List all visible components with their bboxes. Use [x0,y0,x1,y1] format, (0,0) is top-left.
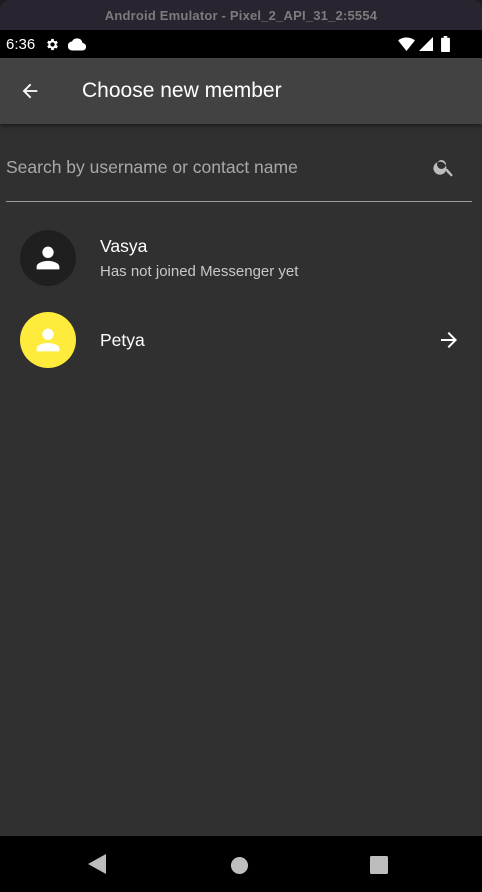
search-field [6,138,472,202]
home-circle-icon [230,856,249,875]
emulator-title: Android Emulator - Pixel_2_API_31_2:5554 [104,7,378,23]
search-button[interactable] [422,145,466,189]
nav-back-button[interactable] [86,852,108,876]
back-triangle-icon [88,854,106,874]
avatar [20,312,76,368]
contact-row-petya[interactable]: Petya [0,300,482,380]
cloud-icon [68,37,87,51]
contact-list: Vasya Has not joined Messenger yet Petya [0,216,482,380]
search-input[interactable] [6,147,422,188]
person-icon [31,323,65,357]
page-title: Choose new member [82,79,282,102]
app-bar: Choose new member [0,58,482,124]
arrow-back-icon [19,80,41,102]
nav-recents-button[interactable] [368,854,390,876]
recents-square-icon [370,856,388,874]
open-contact-button[interactable] [436,327,462,353]
contact-row-vasya[interactable]: Vasya Has not joined Messenger yet [0,216,482,300]
arrow-forward-icon [437,328,461,352]
back-button[interactable] [2,63,58,119]
nav-home-button[interactable] [228,854,250,876]
wifi-icon [398,37,415,51]
signal-icon [419,37,433,51]
emulator-window: Android Emulator - Pixel_2_API_31_2:5554… [0,0,482,892]
battery-icon [441,36,450,52]
status-bar: 6:36 [0,30,482,58]
avatar [20,230,76,286]
search-icon [432,155,456,179]
status-time: 6:36 [6,35,36,53]
gear-icon [45,37,60,52]
contact-name: Vasya [100,236,148,256]
contact-subtitle: Has not joined Messenger yet [100,263,299,280]
person-icon [31,241,65,275]
emulator-titlebar: Android Emulator - Pixel_2_API_31_2:5554 [0,0,482,30]
contact-name: Petya [100,329,145,350]
navigation-bar [0,836,482,892]
